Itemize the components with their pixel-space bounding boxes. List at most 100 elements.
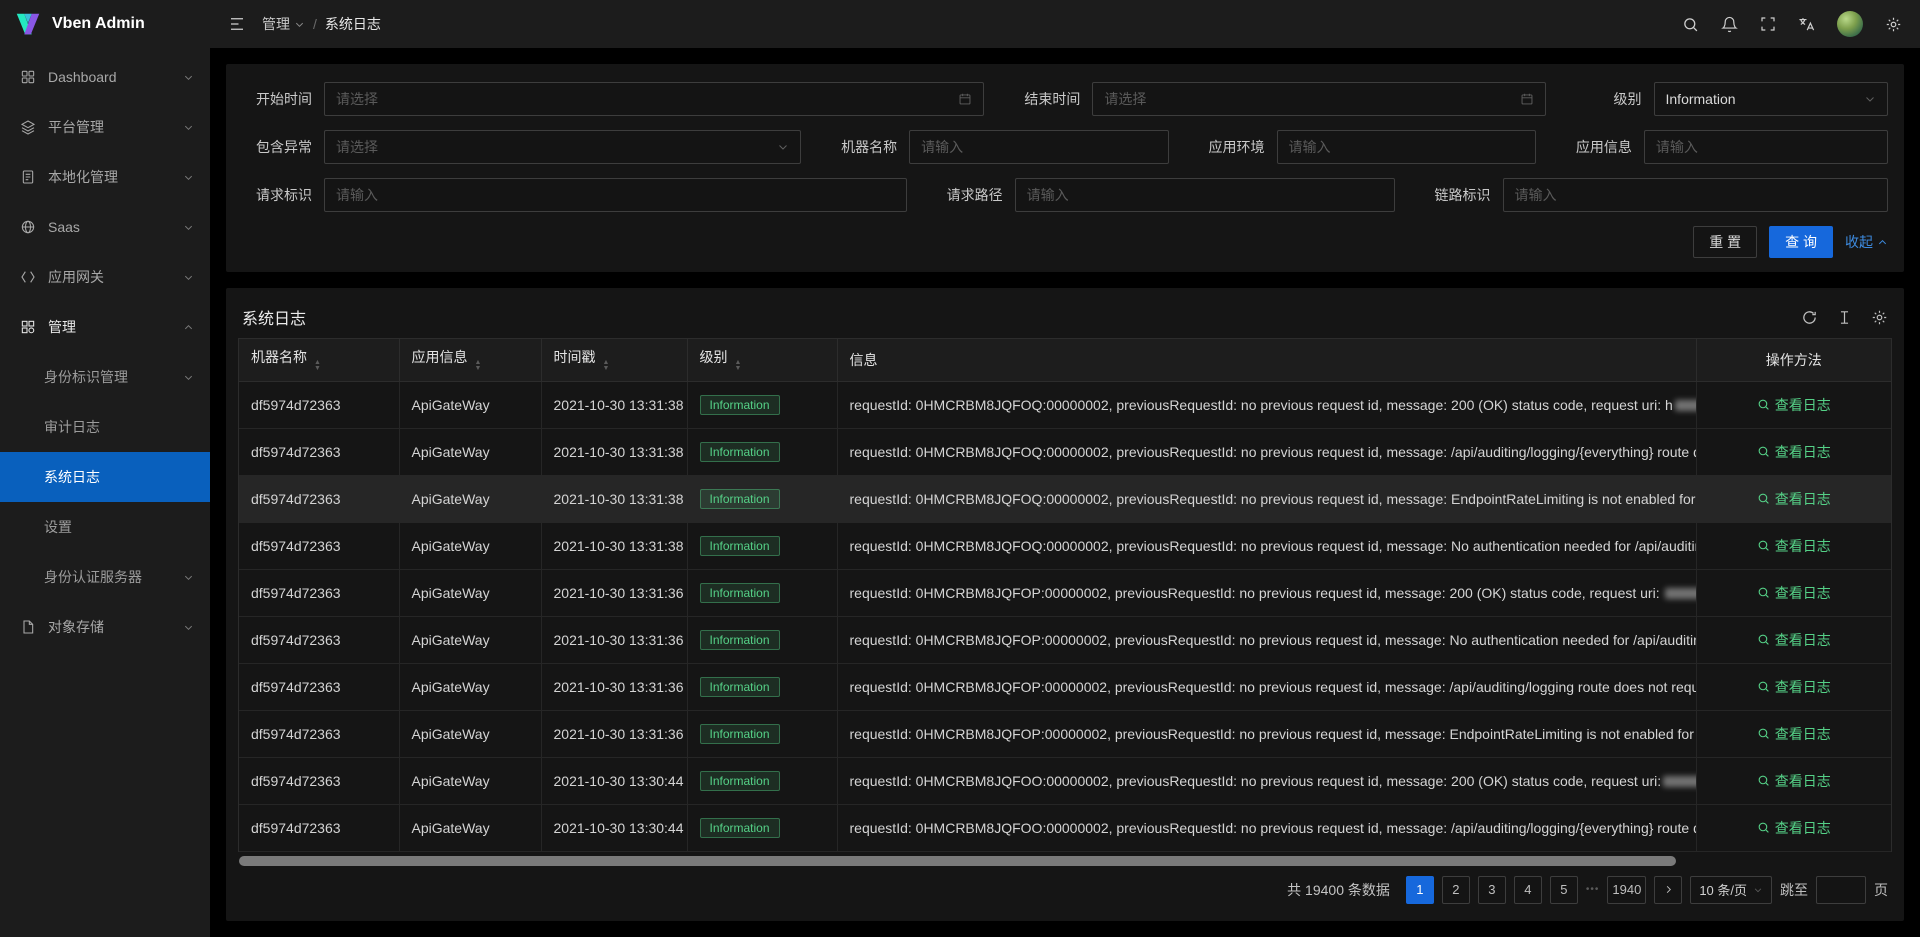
page-size-select[interactable]: 10 条/页 bbox=[1690, 876, 1772, 904]
sort-icons[interactable]: ▲▼ bbox=[603, 360, 610, 372]
sidebar-item-system-logs[interactable]: 系统日志 bbox=[0, 452, 210, 502]
page-jump: 跳至 页 bbox=[1780, 876, 1888, 904]
scrollbar-thumb[interactable] bbox=[239, 856, 1676, 866]
machine-cell: df5974d72363 bbox=[239, 757, 399, 804]
sidebar-item-management[interactable]: 管理 bbox=[0, 302, 210, 352]
request-path-field[interactable] bbox=[1015, 178, 1395, 212]
pagination-ellipsis[interactable]: ••• bbox=[1586, 884, 1600, 895]
sidebar-item-audit-logs[interactable]: 审计日志 bbox=[0, 402, 210, 452]
sort-icons[interactable]: ▲▼ bbox=[475, 360, 482, 372]
menu-fold-icon[interactable] bbox=[228, 15, 246, 33]
sidebar-item-platform-management[interactable]: 平台管理 bbox=[0, 102, 210, 152]
table-row[interactable]: df5974d72363ApiGateWay2021-10-30 13:31:3… bbox=[239, 428, 1891, 475]
sidebar-item-app-gateway[interactable]: 应用网关 bbox=[0, 252, 210, 302]
page-button-3[interactable]: 3 bbox=[1478, 876, 1506, 904]
page-button-5[interactable]: 5 bbox=[1550, 876, 1578, 904]
page-button-last[interactable]: 1940 bbox=[1607, 876, 1646, 904]
refresh-icon[interactable] bbox=[1801, 309, 1818, 326]
app-info-input[interactable] bbox=[1656, 139, 1876, 155]
table-row[interactable]: df5974d72363ApiGateWay2021-10-30 13:30:4… bbox=[239, 804, 1891, 851]
app-info-field[interactable] bbox=[1644, 130, 1888, 164]
app-cell: ApiGateWay bbox=[399, 475, 541, 522]
view-log-link[interactable]: 查看日志 bbox=[1757, 724, 1831, 744]
table-toolbar bbox=[1801, 309, 1888, 326]
sidebar-item-saas[interactable]: Saas bbox=[0, 202, 210, 252]
sidebar-item-localization-management[interactable]: 本地化管理 bbox=[0, 152, 210, 202]
breadcrumb-parent[interactable]: 管理 bbox=[262, 14, 305, 34]
level-badge: Information bbox=[700, 536, 780, 556]
table-row[interactable]: df5974d72363ApiGateWay2021-10-30 13:31:3… bbox=[239, 616, 1891, 663]
avatar[interactable] bbox=[1837, 11, 1863, 37]
reset-button[interactable]: 重 置 bbox=[1693, 226, 1757, 258]
app-cell: ApiGateWay bbox=[399, 522, 541, 569]
sort-icons[interactable]: ▲▼ bbox=[314, 360, 321, 372]
view-log-link[interactable]: 查看日志 bbox=[1757, 771, 1831, 791]
table-header-bar: 系统日志 bbox=[238, 296, 1892, 338]
search-icon[interactable] bbox=[1682, 16, 1699, 33]
message-cell: requestId: 0HMCRBM8JQFOP:00000002, previ… bbox=[837, 569, 1696, 616]
message-cell: requestId: 0HMCRBM8JQFOQ:00000002, previ… bbox=[837, 428, 1696, 475]
level-select[interactable]: Information bbox=[1654, 82, 1889, 116]
column-settings-icon[interactable] bbox=[1871, 309, 1888, 326]
view-log-link[interactable]: 查看日志 bbox=[1757, 583, 1831, 603]
view-log-link[interactable]: 查看日志 bbox=[1757, 818, 1831, 838]
sidebar-item-dashboard[interactable]: Dashboard bbox=[0, 52, 210, 102]
machine-cell: df5974d72363 bbox=[239, 569, 399, 616]
app-root: Vben Admin Dashboard平台管理本地化管理Saas应用网关管理身… bbox=[0, 0, 1920, 937]
jump-page-input[interactable] bbox=[1816, 876, 1866, 904]
table-row[interactable]: df5974d72363ApiGateWay2021-10-30 13:31:3… bbox=[239, 475, 1891, 522]
view-log-link[interactable]: 查看日志 bbox=[1757, 442, 1831, 462]
view-log-link[interactable]: 查看日志 bbox=[1757, 536, 1831, 556]
trace-id-input[interactable] bbox=[1515, 187, 1877, 203]
app-logo[interactable]: Vben Admin bbox=[0, 0, 210, 48]
app-env-field[interactable] bbox=[1277, 130, 1536, 164]
view-log-link[interactable]: 查看日志 bbox=[1757, 395, 1831, 415]
machine-name-field[interactable] bbox=[909, 130, 1168, 164]
request-id-field[interactable] bbox=[324, 178, 907, 212]
table-row[interactable]: df5974d72363ApiGateWay2021-10-30 13:31:3… bbox=[239, 710, 1891, 757]
row-height-icon[interactable] bbox=[1836, 309, 1853, 326]
request-id-input[interactable] bbox=[336, 187, 895, 203]
column-header-level[interactable]: 级别▲▼ bbox=[687, 339, 837, 381]
app-env-input[interactable] bbox=[1289, 139, 1524, 155]
fullscreen-icon[interactable] bbox=[1760, 16, 1776, 32]
timestamp-cell: 2021-10-30 13:31:38 bbox=[541, 475, 687, 522]
column-header-machine-name[interactable]: 机器名称▲▼ bbox=[239, 339, 399, 381]
page-button-1[interactable]: 1 bbox=[1406, 876, 1434, 904]
query-button[interactable]: 查 询 bbox=[1769, 226, 1833, 258]
table-row[interactable]: df5974d72363ApiGateWay2021-10-30 13:31:3… bbox=[239, 381, 1891, 428]
request-path-input[interactable] bbox=[1027, 187, 1383, 203]
sidebar-item-auth-server[interactable]: 身份认证服务器 bbox=[0, 552, 210, 602]
view-log-link[interactable]: 查看日志 bbox=[1757, 630, 1831, 650]
settings-gear-icon[interactable] bbox=[1885, 16, 1902, 33]
app-cell: ApiGateWay bbox=[399, 569, 541, 616]
end-time-picker[interactable]: 请选择 bbox=[1092, 82, 1545, 116]
page-button-2[interactable]: 2 bbox=[1442, 876, 1470, 904]
start-time-picker[interactable]: 请选择 bbox=[324, 82, 984, 116]
app-cell: ApiGateWay bbox=[399, 381, 541, 428]
view-log-link[interactable]: 查看日志 bbox=[1757, 489, 1831, 509]
table-row[interactable]: df5974d72363ApiGateWay2021-10-30 13:31:3… bbox=[239, 569, 1891, 616]
table-row[interactable]: df5974d72363ApiGateWay2021-10-30 13:31:3… bbox=[239, 522, 1891, 569]
view-log-link[interactable]: 查看日志 bbox=[1757, 677, 1831, 697]
column-header-message: 信息 bbox=[837, 339, 1696, 381]
table-row[interactable]: df5974d72363ApiGateWay2021-10-30 13:30:4… bbox=[239, 757, 1891, 804]
next-page-button[interactable] bbox=[1654, 876, 1682, 904]
collapse-toggle[interactable]: 收起 bbox=[1845, 232, 1888, 252]
sidebar-item-object-storage[interactable]: 对象存储 bbox=[0, 602, 210, 652]
log-table: 机器名称▲▼应用信息▲▼时间戳▲▼级别▲▼信息操作方法 df5974d72363… bbox=[238, 338, 1892, 852]
machine-name-input[interactable] bbox=[921, 139, 1156, 155]
sort-icons[interactable]: ▲▼ bbox=[735, 360, 742, 372]
page-button-4[interactable]: 4 bbox=[1514, 876, 1542, 904]
trace-id-field[interactable] bbox=[1503, 178, 1889, 212]
filter-request-path: 请求路径 bbox=[933, 178, 1395, 212]
sidebar-item-identity-management[interactable]: 身份标识管理 bbox=[0, 352, 210, 402]
has-exception-select[interactable]: 请选择 bbox=[324, 130, 801, 164]
translate-icon[interactable] bbox=[1798, 16, 1815, 33]
table-row[interactable]: df5974d72363ApiGateWay2021-10-30 13:31:3… bbox=[239, 663, 1891, 710]
bell-icon[interactable] bbox=[1721, 16, 1738, 33]
machine-name-label: 机器名称 bbox=[827, 137, 909, 157]
sidebar-item-settings[interactable]: 设置 bbox=[0, 502, 210, 552]
column-header-timestamp[interactable]: 时间戳▲▼ bbox=[541, 339, 687, 381]
column-header-app-info[interactable]: 应用信息▲▼ bbox=[399, 339, 541, 381]
